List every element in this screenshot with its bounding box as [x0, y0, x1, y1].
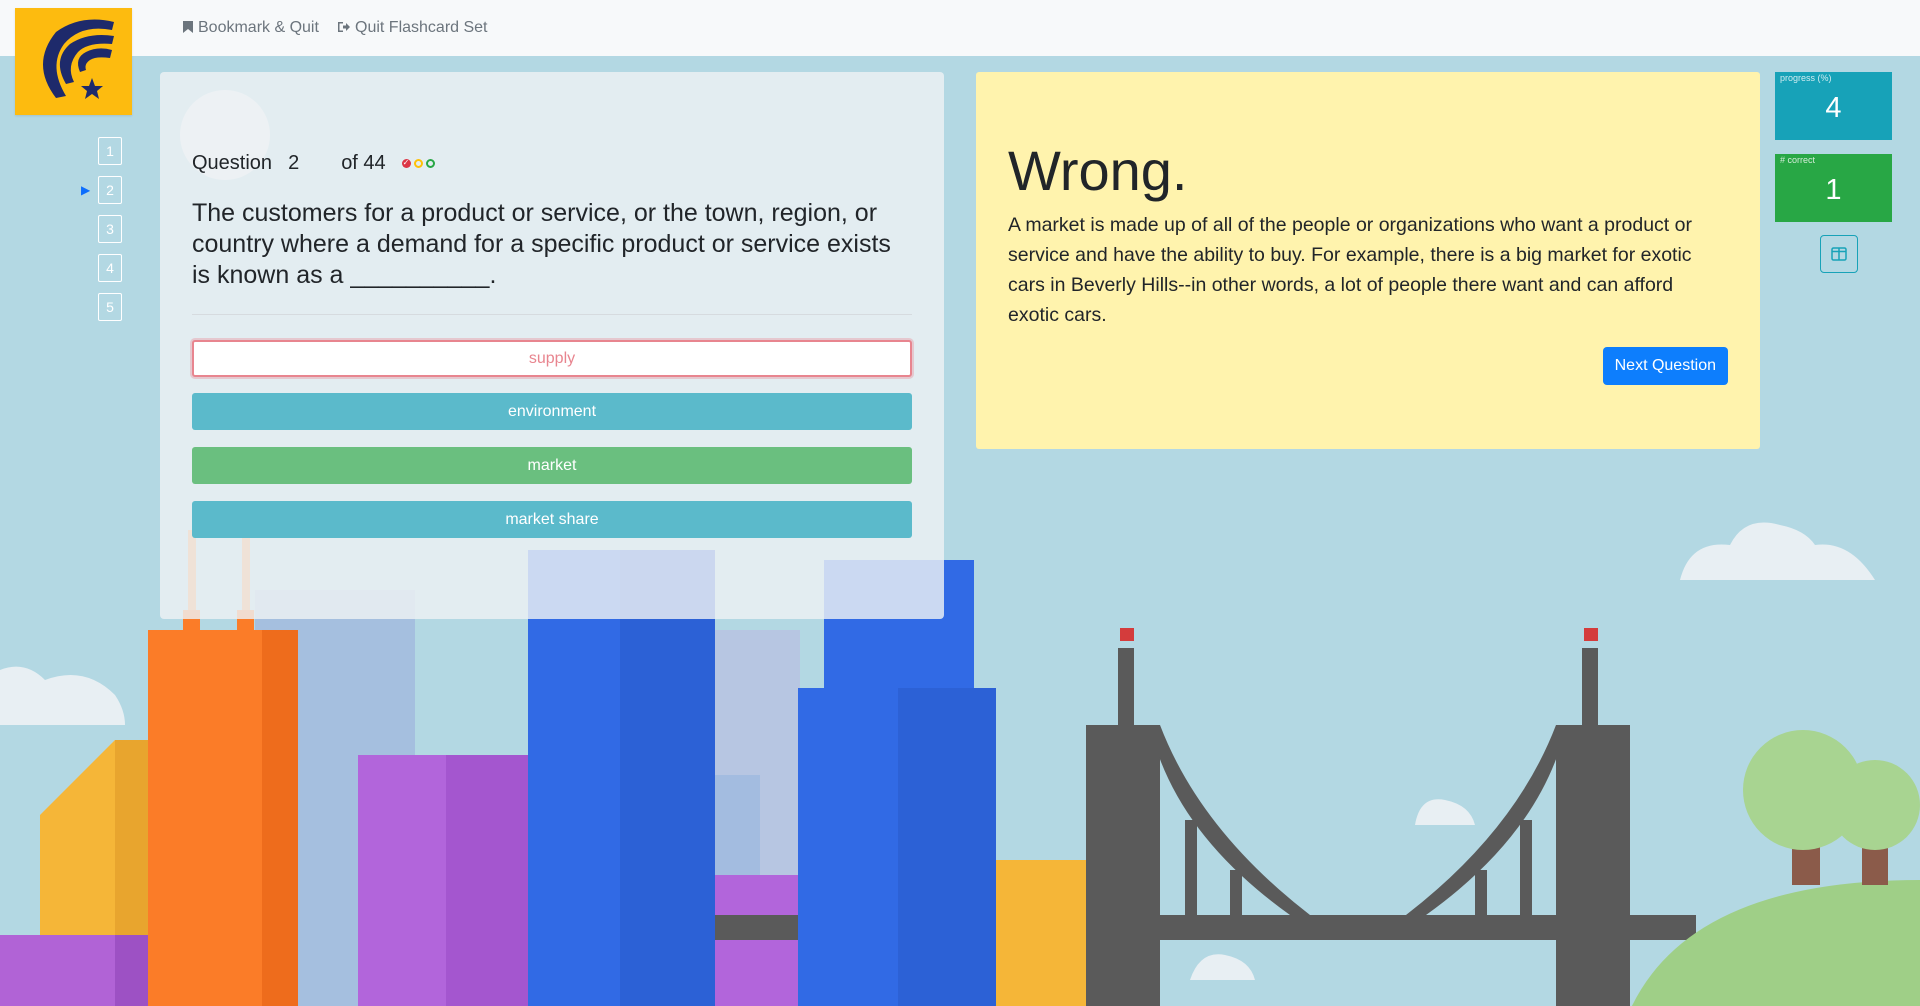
answer-option-market-share[interactable]: market share — [192, 501, 912, 538]
logo[interactable] — [15, 8, 132, 115]
wrong-mark-icon — [401, 158, 411, 168]
feedback-title: Wrong. — [1008, 139, 1188, 202]
sign-out-icon — [337, 21, 350, 36]
feedback-card: Wrong. A market is made up of all of the… — [976, 72, 1760, 449]
divider — [192, 314, 912, 315]
quit-flashcard-label: Quit Flashcard Set — [355, 19, 488, 36]
answer-option-environment[interactable]: environment — [192, 393, 912, 430]
yellow-circle-icon — [413, 159, 423, 168]
question-nav-item[interactable]: 4 — [98, 254, 122, 282]
progress-stat: progress (%) 4 — [1775, 72, 1892, 140]
answer-option-supply[interactable]: supply — [192, 340, 912, 377]
feedback-explanation: A market is made up of all of the people… — [1008, 214, 1692, 326]
correct-stat-label: # correct — [1780, 155, 1816, 165]
correct-stat: # correct 1 — [1775, 154, 1892, 222]
question-nav-item[interactable]: 5 — [98, 293, 122, 321]
question-nav-item[interactable]: 1 — [98, 137, 122, 165]
toggle-panel-button[interactable] — [1820, 235, 1858, 273]
question-card: Question 2 of 44 The customers for a pro… — [160, 72, 944, 619]
quit-flashcard-link[interactable]: Quit Flashcard Set — [337, 19, 488, 37]
question-header: Question 2 of 44 — [192, 152, 435, 175]
attempt-indicators — [401, 158, 435, 168]
question-nav-item[interactable]: 3 — [98, 215, 122, 243]
bookmark-quit-link[interactable]: Bookmark & Quit — [183, 19, 319, 37]
next-question-button[interactable]: Next Question — [1602, 347, 1728, 385]
question-number: 2 — [288, 152, 300, 174]
question-total: of 44 — [341, 152, 386, 174]
columns-icon — [1831, 247, 1847, 261]
current-question-arrow-icon: ▶ — [81, 183, 91, 197]
progress-stat-label: progress (%) — [1780, 73, 1832, 83]
green-circle-icon — [425, 159, 435, 168]
question-label: Question — [192, 152, 273, 174]
bookmark-quit-label: Bookmark & Quit — [198, 19, 319, 36]
bookmark-icon — [183, 20, 193, 36]
correct-stat-value: 1 — [1825, 174, 1842, 206]
progress-stat-value: 4 — [1825, 92, 1842, 124]
question-text: The customers for a product or service, … — [192, 199, 891, 289]
question-nav-item[interactable]: 2 — [98, 176, 122, 204]
brand-logo-icon — [42, 19, 114, 99]
answer-option-market[interactable]: market — [192, 447, 912, 484]
